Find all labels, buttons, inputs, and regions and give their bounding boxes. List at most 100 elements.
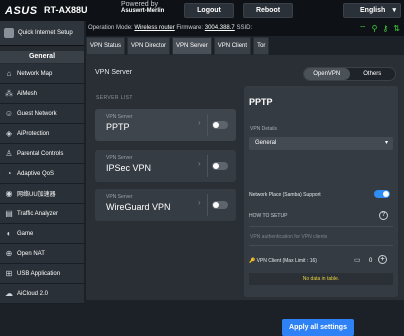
powered-by-brand: Asuswrt-Merlin xyxy=(121,8,165,14)
chevron-right-icon: › xyxy=(198,118,201,127)
sidebar-item-aiprotection[interactable]: ◈ AiProtection xyxy=(0,124,84,144)
how-to-setup-label: HOW TO SETUP xyxy=(249,213,288,219)
quick-internet-setup[interactable]: Quick Internet Setup xyxy=(0,21,84,46)
vpn-client-label: 🔑 VPN Client (Max Limit : 16) xyxy=(249,258,317,264)
server-card-ipsec[interactable]: VPN Server IPSec VPN › xyxy=(95,150,236,182)
sidebar-item-network-map[interactable]: ⌂ Network Map xyxy=(0,64,84,84)
aimesh-icon: ⁂ xyxy=(5,89,13,98)
sidebar-item-uu-accelerator[interactable]: ◉ 网络UU加速器 xyxy=(0,184,84,204)
divider xyxy=(207,114,208,136)
wireguard-toggle[interactable] xyxy=(212,201,228,209)
main-content: VPN Server OpenVPN Others SERVER LIST VP… xyxy=(86,55,404,336)
sidebar-item-traffic-analyzer[interactable]: ▤ Traffic Analyzer xyxy=(0,204,84,224)
server-card-wireguard[interactable]: VPN Server WireGuard VPN › xyxy=(95,189,236,221)
tab-vpn-client[interactable]: VPN Client xyxy=(213,37,252,55)
server-card-name: PPTP xyxy=(106,122,130,132)
tab-vpn-director[interactable]: VPN Director xyxy=(127,37,171,55)
openvpn-tab[interactable]: OpenVPN xyxy=(304,68,350,80)
apply-settings-button[interactable]: Apply all settings xyxy=(282,319,354,336)
reboot-button[interactable]: Reboot xyxy=(243,3,293,18)
pptp-toggle[interactable] xyxy=(212,121,228,129)
qis-label: Quick Internet Setup xyxy=(18,30,73,36)
sidebar-item-label: Game xyxy=(17,230,34,237)
sidebar-item-usb-application[interactable]: ⊞ USB Application xyxy=(0,264,84,284)
usb-application-icon: ⊞ xyxy=(5,269,13,278)
firmware-link[interactable]: 3004.388.7 xyxy=(205,25,235,31)
sidebar: Quick Internet Setup General ⌂ Network Ma… xyxy=(0,21,84,304)
firmware-label: Firmware: xyxy=(176,25,204,31)
divider xyxy=(207,155,208,177)
chevron-right-icon: › xyxy=(198,159,201,168)
vpn-details-select[interactable]: General ▾ xyxy=(249,137,393,150)
server-card-sub: VPN Server xyxy=(106,114,133,120)
sidebar-item-label: Adaptive QoS xyxy=(17,170,55,177)
tab-vpn-status[interactable]: VPN Status xyxy=(86,37,126,55)
sidebar-item-aimesh[interactable]: ⁂ AiMesh xyxy=(0,84,84,104)
chevron-right-icon: › xyxy=(198,198,201,207)
sidebar-item-open-nat[interactable]: ⊕ Open NAT xyxy=(0,244,84,264)
sidebar-item-aicloud[interactable]: ☁ AiCloud 2.0 xyxy=(0,284,84,304)
help-icon[interactable]: ? xyxy=(379,211,388,220)
sidebar-item-guest-network[interactable]: ☺ Guest Network xyxy=(0,104,84,124)
wifi-status-icon[interactable]: ⌔ xyxy=(359,24,367,33)
add-client-icon[interactable]: + xyxy=(378,255,387,264)
sidebar-item-label: Traffic Analyzer xyxy=(17,210,59,217)
sidebar-item-label: Parental Controls xyxy=(17,150,64,157)
samba-toggle[interactable] xyxy=(374,190,390,198)
vpn-client-count: 0 xyxy=(369,258,373,264)
sidebar-item-label: Open NAT xyxy=(17,250,45,257)
chevron-down-icon: ▾ xyxy=(392,7,396,14)
top-bar: ASUS RT-AX88U Powered by Asuswrt-Merlin … xyxy=(0,0,404,21)
sidebar-item-parental-controls[interactable]: ♙ Parental Controls xyxy=(0,144,84,164)
tab-tor[interactable]: Tor xyxy=(253,37,270,55)
server-card-name: WireGuard VPN xyxy=(106,202,171,212)
ssid-label: SSID: xyxy=(236,25,253,31)
adaptive-qos-icon: ◔ xyxy=(6,169,12,178)
sidebar-item-label: USB Application xyxy=(17,270,61,277)
language-value: English xyxy=(360,7,386,14)
general-header: General xyxy=(0,51,84,63)
server-card-pptp[interactable]: VPN Server PPTP › xyxy=(95,109,236,141)
sidebar-item-label: Network Map xyxy=(17,70,53,77)
aiprotection-icon: ◈ xyxy=(5,129,13,138)
tab-vpn-server[interactable]: VPN Server xyxy=(172,37,212,55)
powered-by: Powered by Asuswrt-Merlin xyxy=(121,1,164,15)
share-status-icon[interactable]: ⚲ xyxy=(372,24,378,33)
sidebar-item-label: Guest Network xyxy=(17,110,57,117)
guest-network-icon: ☺ xyxy=(4,109,14,118)
sidebar-item-label: AiProtection xyxy=(17,130,50,137)
vpn-details-value: General xyxy=(255,140,277,146)
mode-link[interactable]: Wireless router xyxy=(134,25,174,31)
vpn-auth-label: VPN authentication for VPN clients xyxy=(250,234,328,240)
usb-status-icon[interactable]: ⚷ xyxy=(382,24,388,33)
server-list-label: SERVER LIST xyxy=(96,95,133,101)
clients-icon[interactable]: ▭ xyxy=(354,256,361,264)
open-nat-icon: ⊕ xyxy=(5,249,13,258)
logout-button[interactable]: Logout xyxy=(184,3,234,18)
sidebar-item-adaptive-qos[interactable]: ◔ Adaptive QoS xyxy=(0,164,84,184)
vpn-auth-section: VPN authentication for VPN clients xyxy=(249,226,393,246)
vpn-type-switch: OpenVPN Others xyxy=(303,67,396,81)
samba-support-label: Network Place (Samba) Support xyxy=(249,192,321,198)
server-card-sub: VPN Server xyxy=(106,194,133,200)
language-select[interactable]: English ▾ xyxy=(343,3,401,18)
vpn-tabs: VPN Status VPN Director VPN Server VPN C… xyxy=(86,37,271,55)
pptp-panel: PPTP VPN Details General ▾ Network Place… xyxy=(244,86,398,297)
server-card-sub: VPN Server xyxy=(106,155,133,161)
internet-status-icon[interactable]: ⇅ xyxy=(393,24,400,33)
parental-controls-icon: ♙ xyxy=(5,149,13,158)
ipsec-toggle[interactable] xyxy=(212,162,228,170)
operation-bar: Operation Mode: Wireless router Firmware… xyxy=(86,21,404,36)
sidebar-item-game[interactable]: ◐ Game xyxy=(0,224,84,244)
model-name: RT-AX88U xyxy=(44,5,88,15)
vpn-details-label: VPN Details xyxy=(250,126,277,132)
panel-title: PPTP xyxy=(249,97,273,107)
page-title: VPN Server xyxy=(95,69,132,76)
server-card-name: IPSec VPN xyxy=(106,163,152,173)
sidebar-menu: ⌂ Network Map ⁂ AiMesh ☺ Guest Network ◈ AiP… xyxy=(0,64,84,304)
no-data-row: No data in table. xyxy=(249,273,393,285)
game-icon: ◐ xyxy=(6,229,12,238)
uu-accelerator-icon: ◉ xyxy=(5,189,13,198)
aicloud-icon: ☁ xyxy=(5,289,13,298)
others-tab[interactable]: Others xyxy=(350,68,396,80)
